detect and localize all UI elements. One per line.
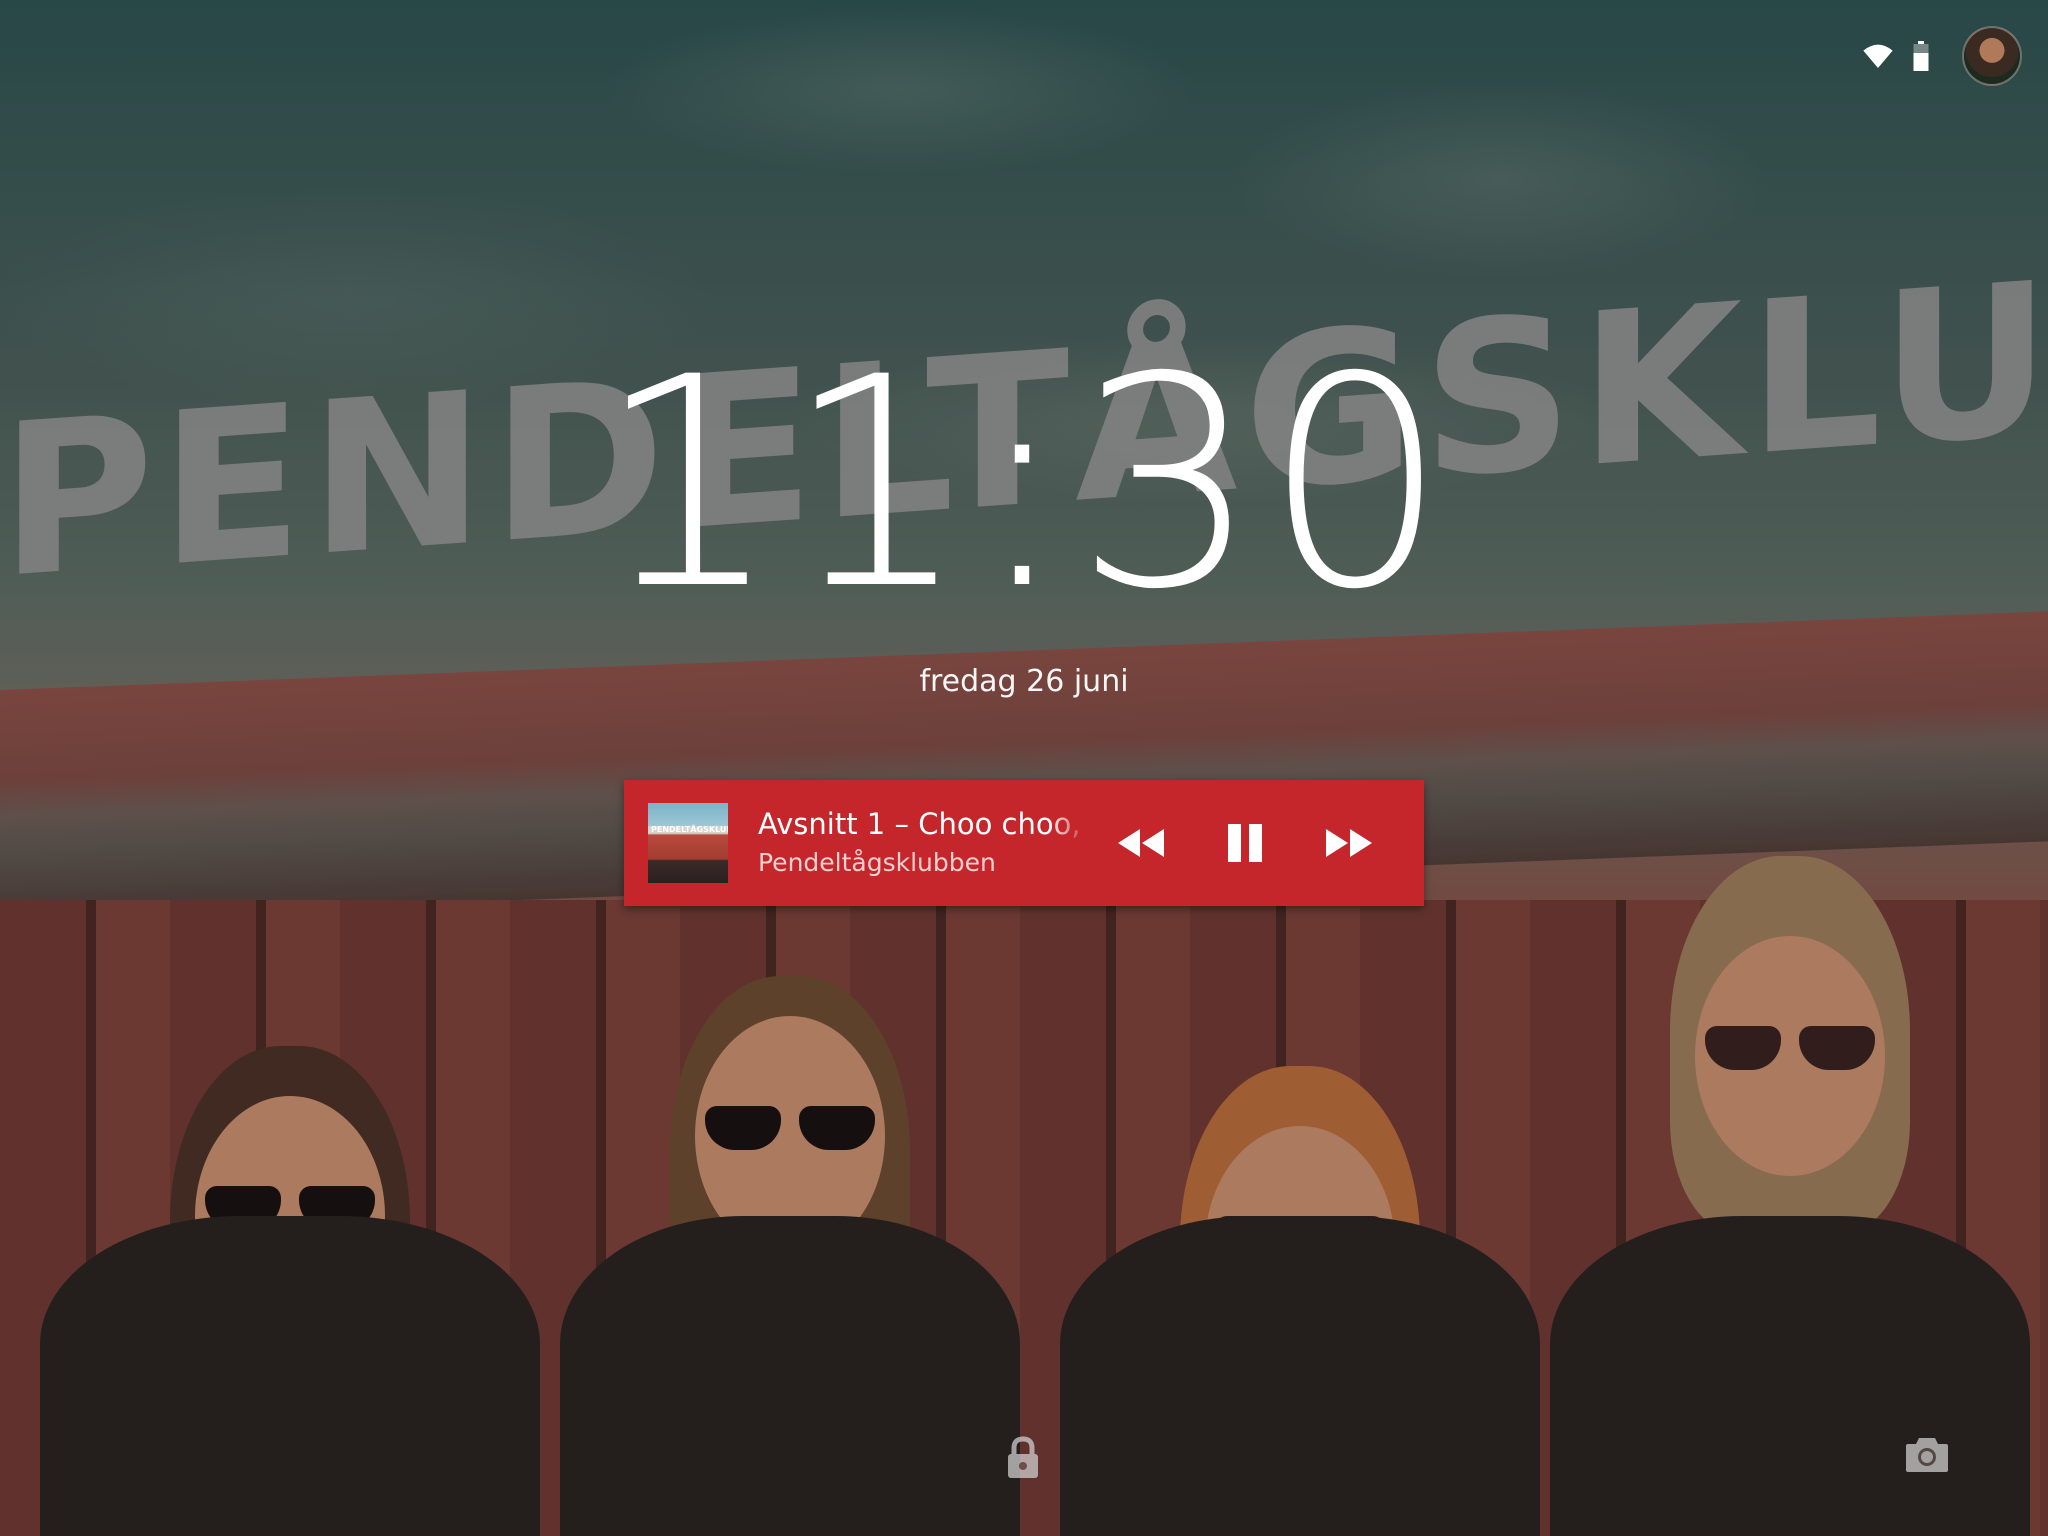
media-notification[interactable]: PENDELTÅGSKLUBBEN Avsnitt 1 – Choo choo,… [624,780,1424,906]
rewind-button[interactable] [1112,814,1170,872]
media-artist: Pendeltågsklubben [758,848,996,877]
clock-time: 11:30 [596,316,1452,653]
album-art-text: PENDELTÅGSKLUBBEN [651,825,728,834]
media-controls [1112,814,1378,872]
album-art: PENDELTÅGSKLUBBEN [648,803,728,883]
pause-icon [1228,824,1262,862]
user-avatar[interactable] [1962,26,2022,86]
status-bar [1862,26,2022,86]
wallpaper-dim-overlay [0,0,2048,1536]
rewind-icon [1118,829,1164,857]
wifi-icon [1863,44,1893,68]
clock-date: fredag 26 juni [919,664,1129,699]
lock-screen[interactable]: PENDELTÅGSKLUBBEN 11:30 fredag 26 juni P… [0,0,2048,1536]
lock-icon[interactable] [1005,1436,1041,1480]
fast-forward-button[interactable] [1320,814,1378,872]
battery-icon [1913,41,1929,71]
media-info: Avsnitt 1 – Choo choo, Pendeltågsklubben [758,804,1088,882]
pause-button[interactable] [1216,814,1274,872]
camera-icon[interactable] [1906,1434,1948,1474]
fast-forward-icon [1326,829,1372,857]
media-title: Avsnitt 1 – Choo choo, [758,807,1081,841]
